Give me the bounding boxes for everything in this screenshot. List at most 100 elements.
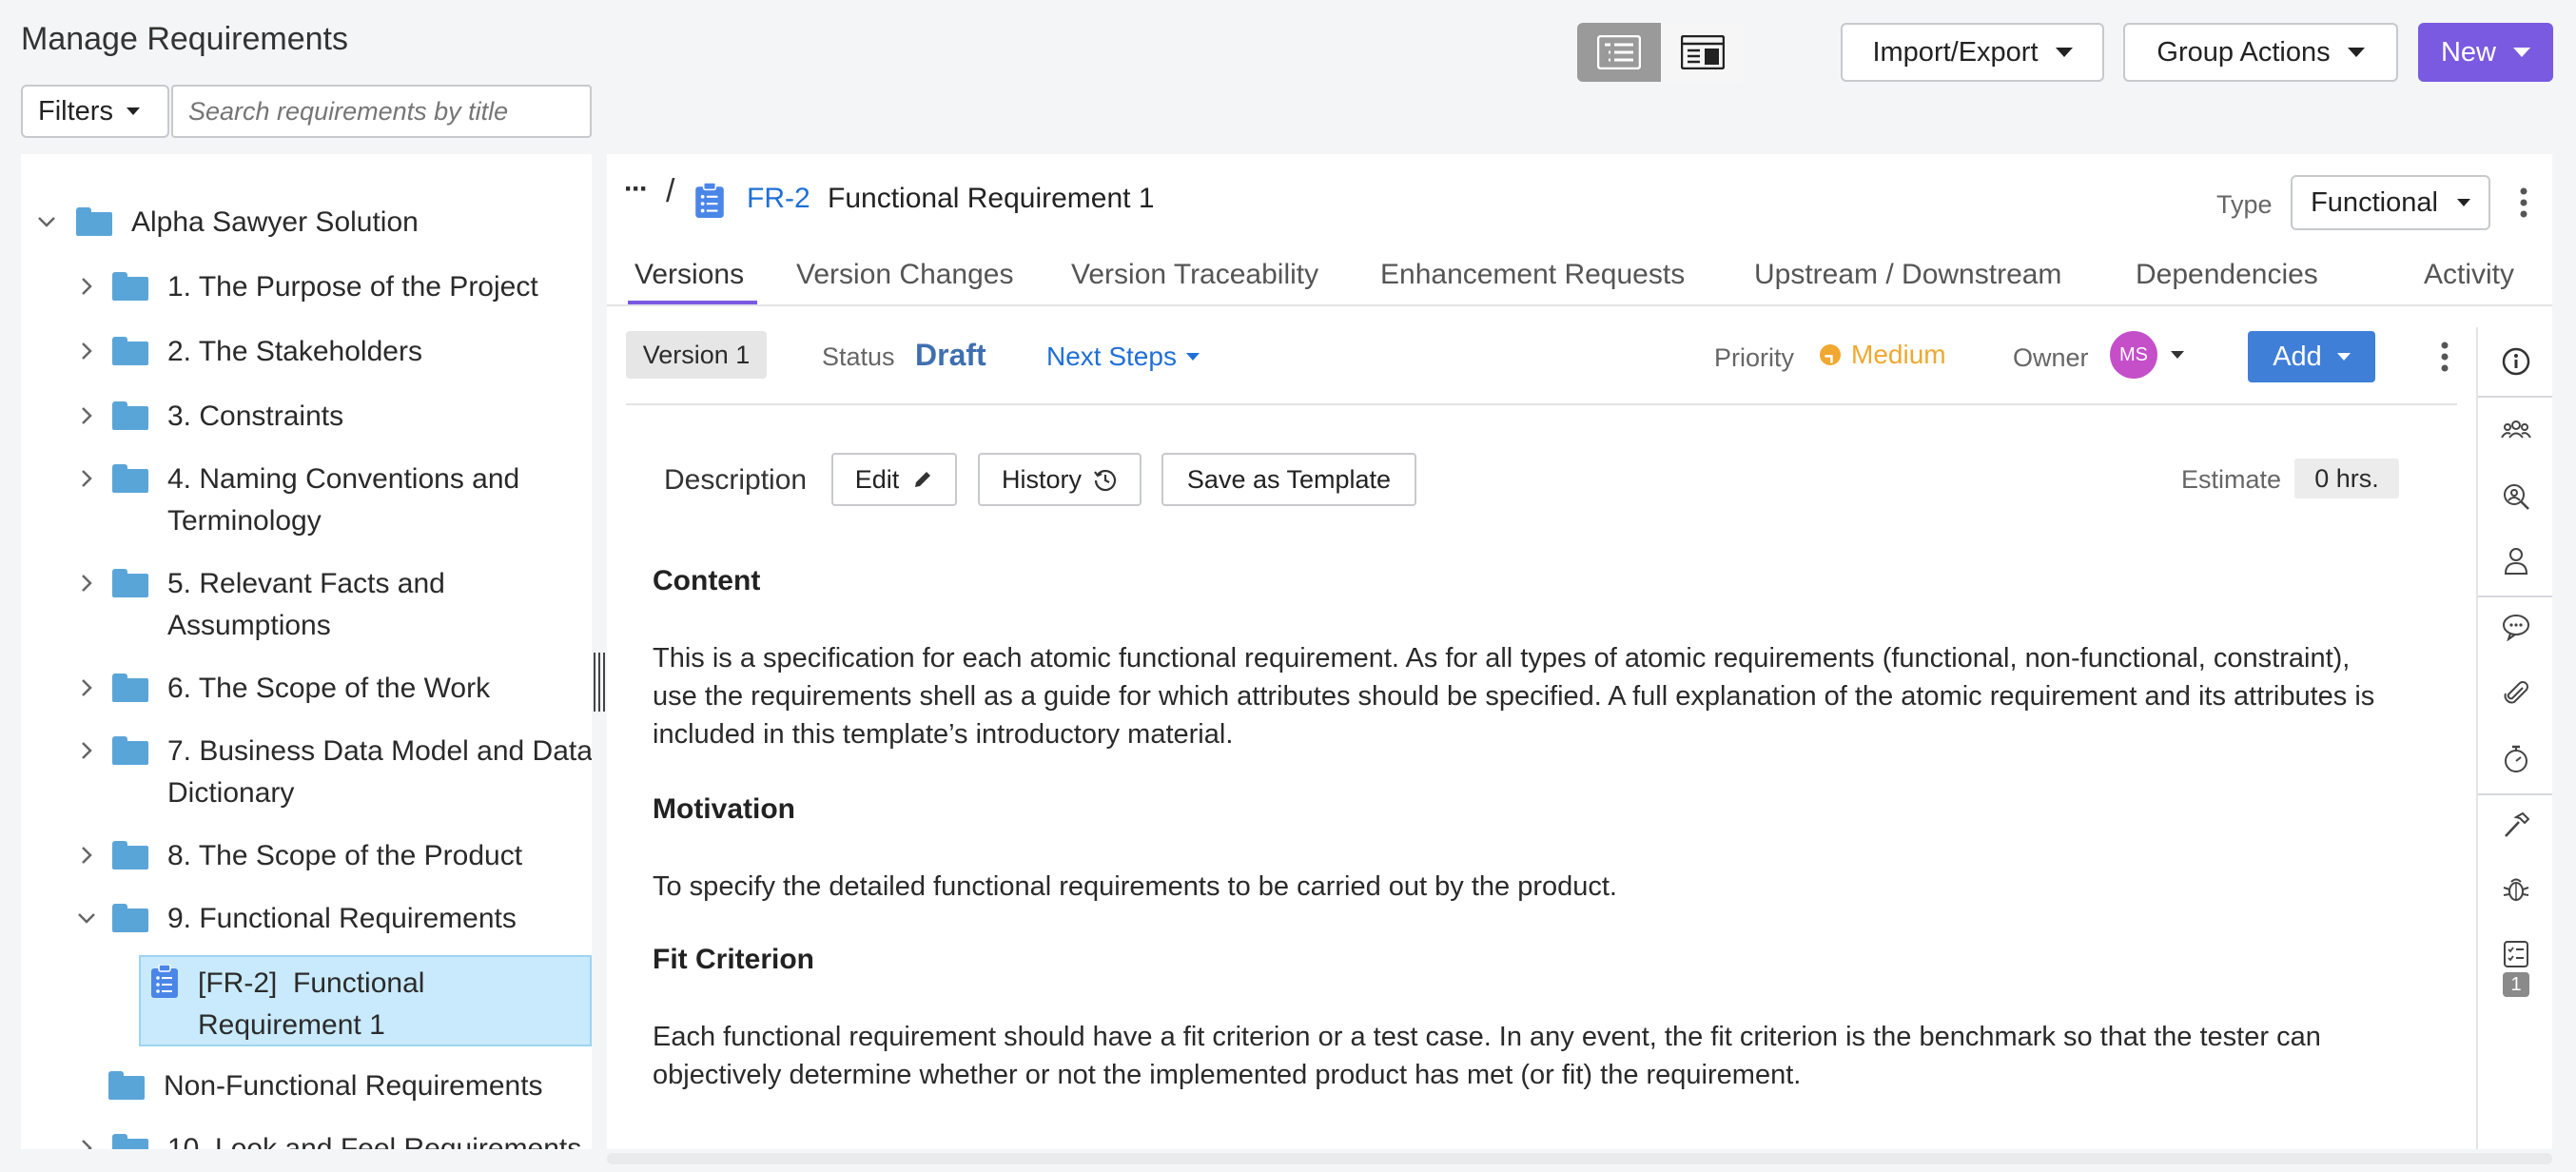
add-button[interactable]: Add (2248, 331, 2375, 382)
tree-item[interactable]: 5. Relevant Facts and Assumptions (76, 563, 523, 647)
add-label: Add (2273, 341, 2322, 372)
chevron-right-icon (82, 1140, 92, 1149)
new-button[interactable]: New (2418, 23, 2553, 82)
filters-label: Filters (38, 95, 113, 127)
tree-item-label: 6. The Scope of the Work (167, 673, 491, 704)
tree-item[interactable]: 10. Look and Feel Requirements (76, 1128, 592, 1149)
tab-dependencies[interactable]: Dependencies (2136, 259, 2318, 291)
type-select[interactable]: Functional (2291, 175, 2490, 230)
history-clock-icon (1094, 469, 1117, 492)
rail-bugs[interactable] (2478, 875, 2552, 904)
folder-icon (112, 272, 148, 301)
more-vertical-icon[interactable] (2519, 186, 2528, 219)
chevron-down-icon (2336, 353, 2351, 361)
tab-version-changes[interactable]: Version Changes (796, 259, 1014, 291)
rail-owner[interactable] (2478, 546, 2552, 576)
chevron-right-icon (82, 679, 92, 696)
tree-item-label: 3. Constraints (167, 400, 344, 432)
chevron-right-icon (82, 470, 92, 487)
tab-versions[interactable]: Versions (634, 259, 744, 291)
version-label: Version 1 (642, 340, 751, 369)
more-vertical-icon[interactable] (2440, 341, 2449, 373)
panel-resize-handle[interactable] (594, 653, 605, 712)
comment-icon (2503, 615, 2529, 641)
folder-icon (112, 841, 148, 869)
rail-timer[interactable] (2478, 744, 2552, 774)
tree-item-selected[interactable]: [FR-2] Functional Requirement 1 (139, 955, 592, 1046)
bug-icon (2503, 878, 2529, 901)
edit-label: Edit (854, 464, 900, 494)
breadcrumb-more-button[interactable]: ··· (624, 173, 649, 205)
owner-selector[interactable]: MS (2110, 331, 2184, 379)
tabs-divider (607, 304, 2552, 306)
badge-count: 1 (2510, 973, 2522, 995)
user-icon (2504, 548, 2528, 575)
tab-upstream-downstream[interactable]: Upstream / Downstream (1754, 259, 2061, 291)
hammer-icon (2505, 811, 2530, 837)
tree-item-label: 4. Naming Conventions and Terminology (167, 463, 520, 537)
tree-item[interactable]: 4. Naming Conventions and Terminology (76, 459, 523, 542)
horizontal-scrollbar[interactable] (607, 1153, 2552, 1164)
tree-item[interactable]: 9. Functional Requirements (76, 898, 590, 940)
version-badge[interactable]: Version 1 (626, 331, 767, 379)
requirement-id-link[interactable]: FR-2 (747, 183, 810, 215)
rail-comments[interactable] (2478, 613, 2552, 641)
tree-item[interactable]: 3. Constraints (76, 396, 590, 438)
group-actions-button[interactable]: Group Actions (2123, 23, 2398, 82)
status-value: Draft (915, 338, 986, 372)
chevron-right-icon (82, 278, 92, 295)
rail-test-cases[interactable] (2478, 940, 2552, 968)
tree-item[interactable]: Non-Functional Requirements (108, 1065, 592, 1107)
rail-review[interactable] (2478, 481, 2552, 512)
tree-item-label: 9. Functional Requirements (167, 903, 517, 934)
folder-icon (112, 464, 148, 493)
save-as-template-button[interactable]: Save as Template (1161, 453, 1416, 506)
owner-label: Owner (2013, 343, 2089, 372)
tree-item[interactable]: 1. The Purpose of the Project (76, 266, 590, 308)
chevron-down-icon (2171, 351, 2184, 359)
test-cases-count-badge: 1 (2503, 972, 2529, 997)
tab-activity[interactable]: Activity (2424, 259, 2514, 291)
chevron-right-icon (82, 742, 92, 759)
folder-icon (112, 569, 148, 597)
tree-item-label: Alpha Sawyer Solution (131, 206, 419, 238)
section-text: To specify the detailed functional requi… (653, 871, 1617, 902)
tab-version-traceability[interactable]: Version Traceability (1071, 259, 1318, 291)
tree-item[interactable]: 8. The Scope of the Product (76, 835, 590, 877)
priority-medium-icon (1820, 344, 1841, 365)
edit-button[interactable]: Edit (831, 453, 957, 506)
split-view-toggle[interactable] (1661, 23, 1745, 82)
type-label: Type (2216, 190, 2273, 219)
folder-icon (112, 904, 148, 932)
chevron-down-icon (2055, 48, 2073, 57)
save-as-template-label: Save as Template (1186, 464, 1392, 494)
rail-stakeholders[interactable] (2478, 417, 2552, 443)
filters-button[interactable]: Filters (21, 85, 169, 138)
next-steps-dropdown[interactable]: Next Steps (1046, 342, 1200, 372)
search-input[interactable] (171, 85, 592, 138)
group-actions-label: Group Actions (2156, 36, 2331, 68)
rail-attachments[interactable] (2478, 679, 2552, 708)
priority-value: Medium (1851, 340, 1946, 369)
chevron-right-icon (82, 342, 92, 360)
rail-info[interactable] (2478, 346, 2552, 377)
estimate-field[interactable]: 0 hrs. (2294, 459, 2399, 498)
tab-enhancement-requests[interactable]: Enhancement Requests (1380, 259, 1685, 291)
priority-selector[interactable]: Medium (1819, 340, 1946, 370)
history-button[interactable]: History (978, 453, 1142, 506)
tree-item[interactable]: 7. Business Data Model and Data Dictiona… (76, 731, 592, 814)
checklist-icon (2504, 941, 2528, 967)
tree-root[interactable]: Alpha Sawyer Solution (36, 202, 419, 244)
paperclip-icon (2504, 681, 2528, 704)
tree-item[interactable]: 2. The Stakeholders (76, 331, 590, 373)
import-export-button[interactable]: Import/Export (1841, 23, 2104, 82)
description-label: Description (664, 464, 808, 496)
folder-icon (112, 401, 148, 430)
chevron-down-icon (38, 217, 55, 227)
history-label: History (1001, 464, 1082, 494)
chevron-down-icon (126, 107, 140, 115)
list-view-toggle[interactable] (1577, 23, 1661, 82)
section-heading: Fit Criterion (653, 944, 814, 975)
rail-build[interactable] (2478, 811, 2552, 839)
tree-item[interactable]: 6. The Scope of the Work (76, 668, 590, 710)
